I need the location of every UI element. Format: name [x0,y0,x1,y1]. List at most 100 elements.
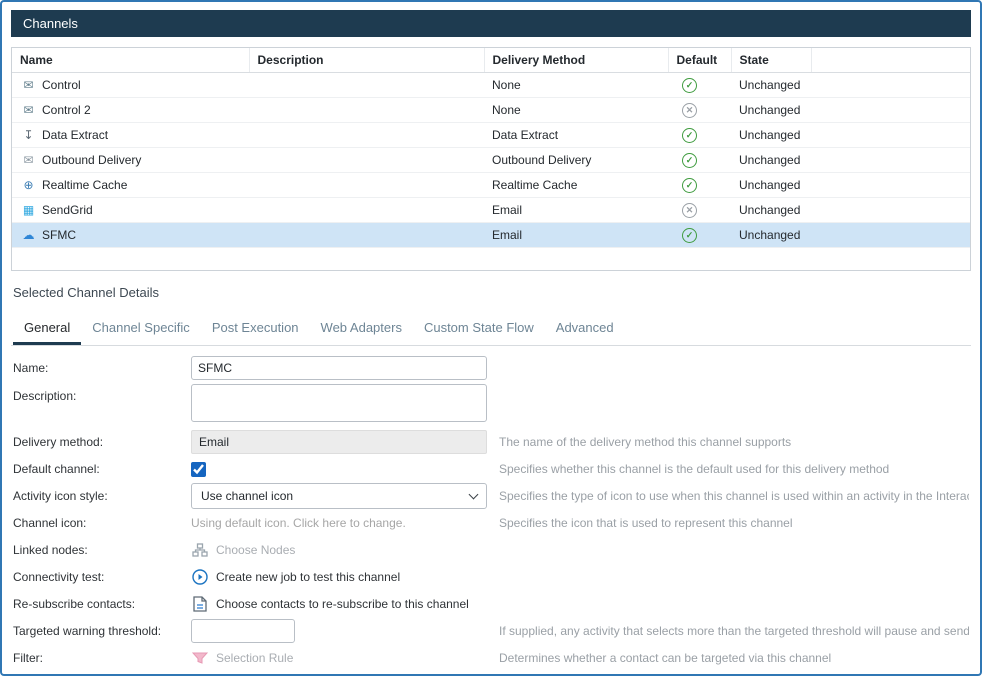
name-label: Name: [13,361,191,375]
window-title: Channels [23,16,78,31]
form-row-description: Description: [11,382,971,422]
channel-delivery-method: Outbound Delivery [484,147,668,172]
default-yes-icon: ✓ [682,78,697,93]
table-row[interactable]: ✉Control 2 None ✕ Unchanged [12,97,970,122]
selection-rule-label: Selection Rule [216,651,293,665]
tab-general[interactable]: General [13,312,81,345]
tab-bar: GeneralChannel SpecificPost ExecutionWeb… [11,312,971,346]
channel-description [249,97,484,122]
channel-name: Outbound Delivery [42,153,141,167]
channel-details-form: Name: Description: Delivery method: Emai… [11,355,971,671]
channel-name: Control 2 [42,103,91,117]
resubscribe-link: Choose contacts to re-subscribe to this … [216,597,469,611]
default-no-icon: ✕ [682,203,697,218]
channel-description [249,197,484,222]
channel-delivery-method: Email [484,222,668,247]
targeted-warning-label: Targeted warning threshold: [13,624,191,638]
channel-name: SendGrid [42,203,93,217]
outbound-delivery-icon: ✉ [20,153,37,167]
form-row-channel-icon: Channel icon: Using default icon. Click … [11,510,971,536]
filter-hint: Determines whether a contact can be targ… [499,651,969,665]
channel-delivery-method: None [484,72,668,97]
connectivity-test-label: Connectivity test: [13,570,191,584]
activity-icon-style-hint: Specifies the type of icon to use when t… [499,489,969,503]
targeted-warning-input[interactable] [191,619,295,643]
channel-description [249,72,484,97]
form-row-targeted-warning: Targeted warning threshold: If supplied,… [11,618,971,644]
tab-advanced[interactable]: Advanced [545,312,625,345]
description-input[interactable] [191,384,487,422]
default-channel-hint: Specifies whether this channel is the de… [499,462,969,476]
details-heading: Selected Channel Details [13,285,969,300]
form-row-activity-icon-style: Activity icon style: Use channel icon Sp… [11,483,971,509]
channel-description [249,222,484,247]
default-channel-checkbox[interactable] [191,462,206,477]
channel-name: Control [42,78,81,92]
column-header-description[interactable]: Description [249,48,484,72]
description-label: Description: [13,384,191,403]
column-header-name[interactable]: Name [12,48,249,72]
column-header-delivery-method[interactable]: Delivery Method [484,48,668,72]
channel-icon-hint: Specifies the icon that is used to repre… [499,516,969,530]
channel-name: SFMC [42,228,76,242]
default-yes-icon: ✓ [682,228,697,243]
table-row[interactable]: ✉Outbound Delivery Outbound Delivery ✓ U… [12,147,970,172]
table-row[interactable]: ☁ SFMC Email ✓ Unchanged [12,222,970,247]
play-circle-icon [191,569,209,585]
linked-nodes-label: Linked nodes: [13,543,191,557]
channel-state: Unchanged [731,222,811,247]
activity-icon-style-label: Activity icon style: [13,489,191,503]
resubscribe-label: Re-subscribe contacts: [13,597,191,611]
channel-icon-label: Channel icon: [13,516,191,530]
default-yes-icon: ✓ [682,128,697,143]
resubscribe-document-icon [191,596,209,612]
form-row-resubscribe: Re-subscribe contacts: Choose contacts t… [11,591,971,617]
channel-state: Unchanged [731,72,811,97]
table-row[interactable]: ⊕Realtime Cache Realtime Cache ✓ Unchang… [12,172,970,197]
default-channel-label: Default channel: [13,462,191,476]
tab-channel-specific[interactable]: Channel Specific [81,312,201,345]
selection-rule-button[interactable]: Selection Rule [191,651,293,665]
nodes-hierarchy-icon [191,543,209,557]
delivery-method-label: Delivery method: [13,435,191,449]
column-header-default[interactable]: Default [668,48,731,72]
filter-label: Filter: [13,651,191,665]
sfmc-cloud-icon: ☁ [20,228,37,242]
choose-nodes-button[interactable]: Choose Nodes [191,543,295,557]
realtime-cache-icon: ⊕ [20,178,37,192]
column-header-state[interactable]: State [731,48,811,72]
tab-custom-state-flow[interactable]: Custom State Flow [413,312,545,345]
channel-description [249,147,484,172]
chevron-down-icon [469,489,479,499]
form-row-delivery-method: Delivery method: Email The name of the d… [11,429,971,455]
form-row-name: Name: [11,355,971,381]
activity-icon-style-select[interactable]: Use channel icon [191,483,487,509]
channel-icon-change-link[interactable]: Using default icon. Click here to change… [191,516,406,530]
table-row[interactable]: ✉Control None ✓ Unchanged [12,72,970,97]
table-header-row: Name Description Delivery Method Default… [12,48,970,72]
tab-post-execution[interactable]: Post Execution [201,312,310,345]
tab-web-adapters[interactable]: Web Adapters [310,312,413,345]
channel-state: Unchanged [731,172,811,197]
channel-state: Unchanged [731,147,811,172]
activity-icon-style-value: Use channel icon [201,489,293,503]
channel-delivery-method: Email [484,197,668,222]
channel-state: Unchanged [731,122,811,147]
table-row[interactable]: ▦ SendGrid Email ✕ Unchanged [12,197,970,222]
resubscribe-button[interactable]: Choose contacts to re-subscribe to this … [191,596,469,612]
choose-nodes-label: Choose Nodes [216,543,295,557]
data-extract-icon: ↧ [20,128,37,142]
table-row[interactable]: ↧Data Extract Data Extract ✓ Unchanged [12,122,970,147]
channels-table-panel: Name Description Delivery Method Default… [11,47,971,271]
form-row-filter: Filter: Selection Rule Determines whethe… [11,645,971,671]
connectivity-test-button[interactable]: Create new job to test this channel [191,569,400,585]
name-input[interactable] [191,356,487,380]
form-row-connectivity-test: Connectivity test: Create new job to tes… [11,564,971,590]
channels-window: Channels Name Description Delivery Metho… [0,0,982,676]
delivery-method-hint: The name of the delivery method this cha… [499,435,969,449]
channel-state: Unchanged [731,197,811,222]
sendgrid-icon: ▦ [20,203,37,217]
email-channel-icon: ✉ [20,103,37,117]
window-titlebar: Channels [11,10,971,37]
default-yes-icon: ✓ [682,178,697,193]
